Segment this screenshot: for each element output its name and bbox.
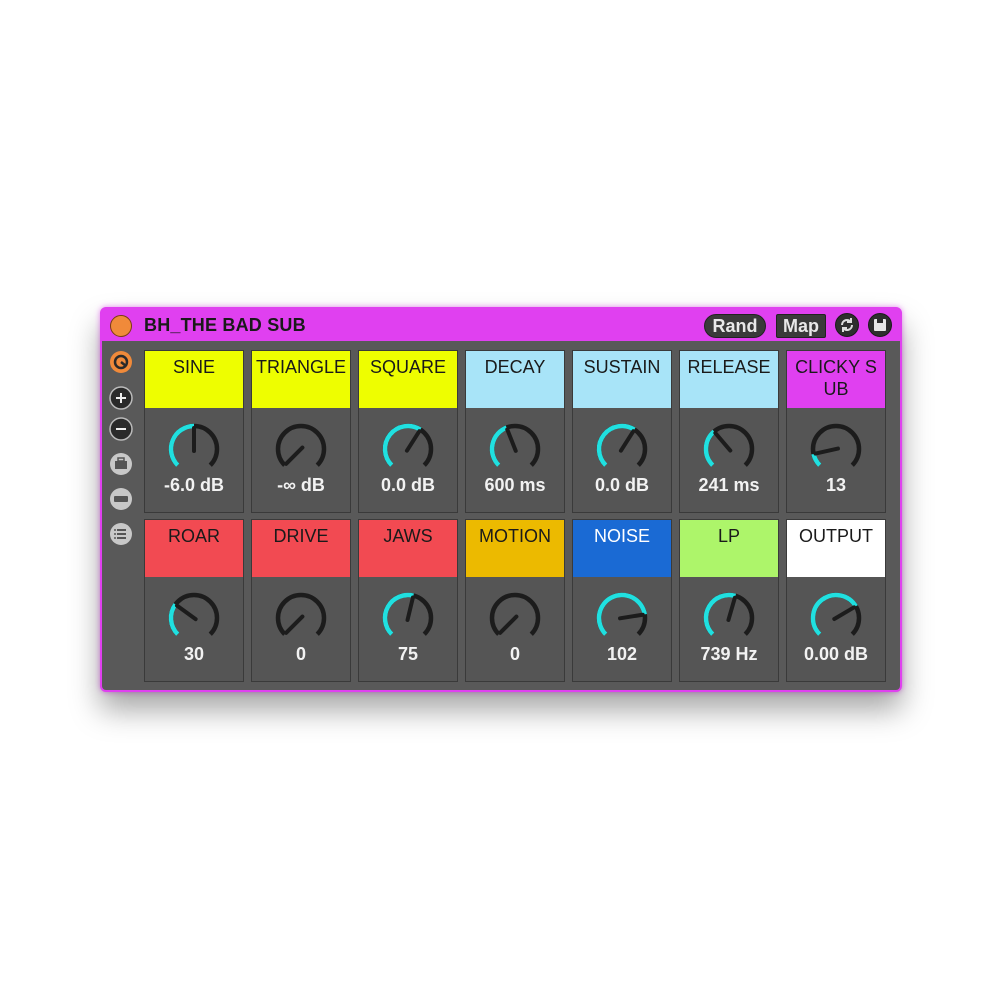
knob-track xyxy=(275,423,327,467)
macro-release[interactable]: RELEASE 241 ms xyxy=(679,350,779,513)
knob-needle xyxy=(405,595,415,622)
knob-needle xyxy=(505,427,518,453)
knob-level-arc xyxy=(382,423,422,467)
macro-decay[interactable]: DECAY 600 ms xyxy=(465,350,565,513)
knob-dial[interactable] xyxy=(594,590,650,646)
knob-dial[interactable] xyxy=(380,421,436,477)
macro-sine[interactable]: SINE -6.0 dB xyxy=(144,350,244,513)
knob-dial[interactable] xyxy=(701,590,757,646)
macro-label: NOISE xyxy=(573,520,671,577)
knob-track xyxy=(275,592,327,636)
hot-swap-icon[interactable] xyxy=(109,350,133,374)
macro-label: SINE xyxy=(145,351,243,408)
knob-dial[interactable] xyxy=(701,421,757,477)
macro-value: 739 Hz xyxy=(700,644,758,664)
device-title: BH_THE BAD SUB xyxy=(144,315,306,335)
macro-value: 600 ms xyxy=(484,475,546,495)
device-title-bar: BH_THE BAD SUB Rand Map xyxy=(102,309,900,341)
macro-value: 75 xyxy=(397,644,419,664)
macro-drive[interactable]: DRIVE 0 xyxy=(251,519,351,682)
macro-label: DRIVE xyxy=(252,520,350,577)
knob-dial[interactable] xyxy=(594,421,650,477)
macro-value: 13 xyxy=(825,475,847,495)
macro-label: CLICKY SUB xyxy=(787,351,885,408)
knob-level-arc xyxy=(703,429,716,467)
macro-label: OUTPUT xyxy=(787,520,885,577)
knob-dial[interactable] xyxy=(166,421,222,477)
macro-value: -∞ dB xyxy=(277,475,325,495)
macro-output[interactable]: OUTPUT 0.00 dB xyxy=(786,519,886,682)
macro-value: 0.0 dB xyxy=(594,475,650,495)
macro-triangle[interactable]: TRIANGLE -∞ dB xyxy=(251,350,351,513)
macro-value: 0.00 dB xyxy=(803,644,869,664)
knob-level-arc xyxy=(810,592,858,636)
rand-button[interactable]: Rand xyxy=(704,314,766,338)
macro-value: 0 xyxy=(509,644,520,664)
macro-value: 30 xyxy=(183,644,205,664)
plus-icon[interactable] xyxy=(109,386,133,410)
knob-needle xyxy=(404,429,422,453)
macro-label: ROAR xyxy=(145,520,243,577)
map-button[interactable]: Map xyxy=(776,314,826,338)
knob-level-arc xyxy=(489,425,508,467)
knob-level-arc xyxy=(811,453,822,467)
knob-dial[interactable] xyxy=(166,590,222,646)
macro-value: 0 xyxy=(295,644,306,664)
knob-needle xyxy=(284,445,305,466)
macro-label: LP xyxy=(680,520,778,577)
knob-level-arc xyxy=(596,423,636,467)
minus-icon[interactable] xyxy=(109,417,133,441)
macro-value: 241 ms xyxy=(698,475,760,495)
macro-label: RELEASE xyxy=(680,351,778,408)
knob-track xyxy=(168,592,220,636)
macro-noise[interactable]: NOISE 102 xyxy=(572,519,672,682)
power-icon[interactable] xyxy=(110,315,132,337)
knob-needle xyxy=(832,605,857,622)
knob-needle xyxy=(813,446,840,456)
macro-value: 102 xyxy=(606,644,638,664)
knob-needle xyxy=(618,429,636,453)
knob-dial[interactable] xyxy=(380,590,436,646)
knob-dial[interactable] xyxy=(273,421,329,477)
knob-dial[interactable] xyxy=(487,590,543,646)
macro-sustain[interactable]: SUSTAIN 0.0 dB xyxy=(572,350,672,513)
macro-label: TRIANGLE xyxy=(252,351,350,408)
knob-dial[interactable] xyxy=(808,421,864,477)
strip-icon[interactable] xyxy=(109,487,133,511)
knob-needle xyxy=(498,614,519,635)
knob-needle xyxy=(713,431,733,453)
macro-value: -6.0 dB xyxy=(163,475,224,495)
knob-needle xyxy=(175,603,198,622)
knob-needle xyxy=(284,614,305,635)
macro-label: DECAY xyxy=(466,351,564,408)
knob-track xyxy=(489,592,541,636)
refresh-icon[interactable] xyxy=(835,313,859,337)
knob-needle xyxy=(618,612,645,621)
macro-square[interactable]: SQUARE 0.0 dB xyxy=(358,350,458,513)
macro-roar[interactable]: ROAR 30 xyxy=(144,519,244,682)
macro-jaws[interactable]: JAWS 75 xyxy=(358,519,458,682)
knob-dial[interactable] xyxy=(273,590,329,646)
knob-dial[interactable] xyxy=(808,590,864,646)
knob-track xyxy=(810,423,862,467)
list-icon[interactable] xyxy=(109,522,133,546)
macro-lp[interactable]: LP 739 Hz xyxy=(679,519,779,682)
save-icon[interactable] xyxy=(868,313,892,337)
toolbox-icon[interactable] xyxy=(109,452,133,476)
macro-clicky-sub[interactable]: CLICKY SUB 13 xyxy=(786,350,886,513)
knob-level-arc xyxy=(168,423,195,467)
macro-label: SQUARE xyxy=(359,351,457,408)
macro-label: JAWS xyxy=(359,520,457,577)
macro-motion[interactable]: MOTION 0 xyxy=(465,519,565,682)
knob-level-arc xyxy=(168,603,180,636)
macro-label: SUSTAIN xyxy=(573,351,671,408)
device-panel: BH_THE BAD SUB Rand Map SINE -6.0 dB TRI… xyxy=(100,307,902,692)
macro-value: 0.0 dB xyxy=(380,475,436,495)
knob-dial[interactable] xyxy=(487,421,543,477)
knob-needle xyxy=(726,595,737,622)
macro-label: MOTION xyxy=(466,520,564,577)
